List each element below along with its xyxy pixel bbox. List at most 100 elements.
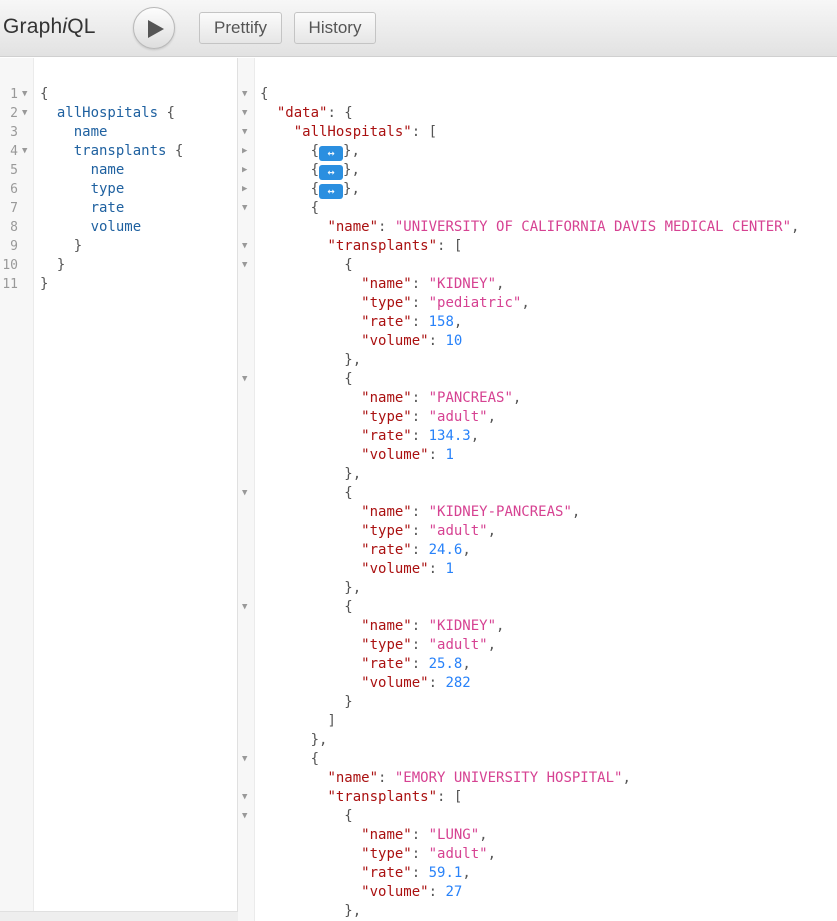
json-punct: { — [310, 200, 320, 216]
json-punct: : — [428, 561, 446, 577]
result-line: "volume": 1 — [238, 560, 837, 579]
json-punct: }, — [343, 162, 360, 178]
json-key: "volume" — [361, 447, 429, 463]
fold-toggle-icon[interactable]: ▼ — [242, 85, 247, 104]
expand-arrows-icon[interactable]: ↔ — [319, 165, 344, 180]
json-punct: { — [310, 162, 320, 178]
fold-toggle-icon[interactable]: ▼ — [242, 484, 247, 503]
line-number: 2 — [10, 106, 18, 121]
result-line: "rate": 24.6, — [238, 541, 837, 560]
json-punct: : — [411, 409, 429, 425]
query-line[interactable]: 8 volume — [0, 218, 238, 237]
query-line[interactable]: 10 } — [0, 256, 238, 275]
result-line: "volume": 10 — [238, 332, 837, 351]
expand-toggle-icon[interactable]: ▶ — [242, 142, 247, 161]
json-punct: }, — [344, 903, 362, 919]
fold-toggle-icon[interactable]: ▼ — [22, 85, 27, 104]
fold-toggle-icon[interactable]: ▼ — [242, 104, 247, 123]
query-line[interactable]: 5 name — [0, 161, 238, 180]
result-line: }, — [238, 351, 837, 370]
history-button[interactable]: History — [294, 12, 376, 44]
result-line: "type": "pediatric", — [238, 294, 837, 313]
query-line[interactable]: 2 ▼ allHospitals { — [0, 104, 238, 123]
json-string: "adult" — [428, 409, 488, 425]
json-punct: , — [479, 827, 488, 843]
expand-arrows-icon[interactable]: ↔ — [319, 146, 344, 161]
json-number: 27 — [445, 884, 463, 900]
json-number: 1 — [445, 561, 454, 577]
json-punct: { — [310, 181, 320, 197]
query-token: name — [40, 124, 108, 140]
result-line: ▼ { — [238, 807, 837, 826]
result-line: "rate": 25.8, — [238, 655, 837, 674]
fold-toggle-icon[interactable]: ▼ — [242, 256, 247, 275]
fold-toggle-icon[interactable]: ▼ — [242, 750, 247, 769]
json-number: 25.8 — [428, 656, 463, 672]
json-key: "rate" — [361, 428, 412, 444]
fold-toggle-icon[interactable]: ▼ — [242, 807, 247, 826]
json-string: "adult" — [428, 523, 488, 539]
fold-toggle-icon[interactable]: ▼ — [242, 237, 247, 256]
expand-toggle-icon[interactable]: ▶ — [242, 180, 247, 199]
result-line: "type": "adult", — [238, 636, 837, 655]
result-line: ▼ { — [238, 370, 837, 389]
json-string: "EMORY UNIVERSITY HOSPITAL" — [394, 770, 623, 786]
json-punct: : — [411, 314, 429, 330]
result-line: "volume": 282 — [238, 674, 837, 693]
fold-toggle-icon[interactable]: ▼ — [22, 104, 27, 123]
result-line: "name": "KIDNEY-PANCREAS", — [238, 503, 837, 522]
execute-query-button[interactable] — [133, 7, 175, 49]
variables-bar[interactable] — [0, 911, 238, 921]
json-key: "volume" — [361, 675, 429, 691]
json-punct: : — [411, 656, 429, 672]
line-number: 8 — [10, 220, 18, 235]
query-editor[interactable]: 1 ▼ {2 ▼ allHospitals {3 name 4 ▼ transplants… — [0, 58, 238, 921]
json-key: "name" — [361, 390, 412, 406]
json-punct: : — [428, 333, 446, 349]
prettify-button[interactable]: Prettify — [199, 12, 282, 44]
json-number: 158 — [428, 314, 454, 330]
json-punct: { — [344, 599, 353, 615]
fold-toggle-icon[interactable]: ▼ — [242, 123, 247, 142]
query-code[interactable]: 1 ▼ {2 ▼ allHospitals {3 name 4 ▼ transplants… — [0, 85, 238, 294]
json-number: 24.6 — [428, 542, 463, 558]
json-key: "type" — [361, 846, 412, 862]
result-line: ▼{ — [238, 85, 837, 104]
json-punct: : — [428, 447, 446, 463]
fold-toggle-icon[interactable]: ▼ — [22, 142, 27, 161]
query-token: name — [40, 162, 125, 178]
query-line[interactable]: 6 type — [0, 180, 238, 199]
json-punct: , — [462, 656, 471, 672]
line-number: 5 — [10, 163, 18, 178]
fold-toggle-icon[interactable]: ▼ — [242, 788, 247, 807]
json-punct: : — [411, 637, 429, 653]
json-punct: : — [378, 770, 395, 786]
json-punct: : — [411, 504, 429, 520]
result-line: } — [238, 693, 837, 712]
expand-toggle-icon[interactable]: ▶ — [242, 161, 247, 180]
fold-toggle-icon[interactable]: ▼ — [242, 199, 247, 218]
query-token: { — [40, 86, 49, 102]
json-punct: , — [571, 504, 581, 520]
query-line[interactable]: 7 rate — [0, 199, 238, 218]
query-token: type — [40, 181, 125, 197]
query-token: allHospitals { — [40, 105, 175, 121]
query-line[interactable]: 1 ▼ { — [0, 85, 238, 104]
json-punct: , — [487, 409, 497, 425]
json-punct: : — [411, 846, 429, 862]
query-line[interactable]: 4 ▼ transplants { — [0, 142, 238, 161]
query-line[interactable]: 9 } — [0, 237, 238, 256]
fold-toggle-icon[interactable]: ▼ — [242, 370, 247, 389]
json-key: "rate" — [361, 656, 412, 672]
fold-toggle-icon[interactable]: ▼ — [242, 598, 247, 617]
json-string: "UNIVERSITY OF CALIFORNIA DAVIS MEDICAL … — [394, 219, 792, 235]
json-key: "type" — [361, 637, 412, 653]
result-viewer[interactable]: ▼{▼ "data": {▼ "allHospitals": [▶ {↔}, ▶ … — [238, 58, 837, 921]
json-punct: : [ — [437, 238, 463, 254]
line-number: 9 — [10, 239, 18, 254]
query-line[interactable]: 3 name — [0, 123, 238, 142]
expand-arrows-icon[interactable]: ↔ — [319, 184, 344, 199]
query-line[interactable]: 11} — [0, 275, 238, 294]
result-line: ▼ { — [238, 598, 837, 617]
result-line: }, — [238, 579, 837, 598]
